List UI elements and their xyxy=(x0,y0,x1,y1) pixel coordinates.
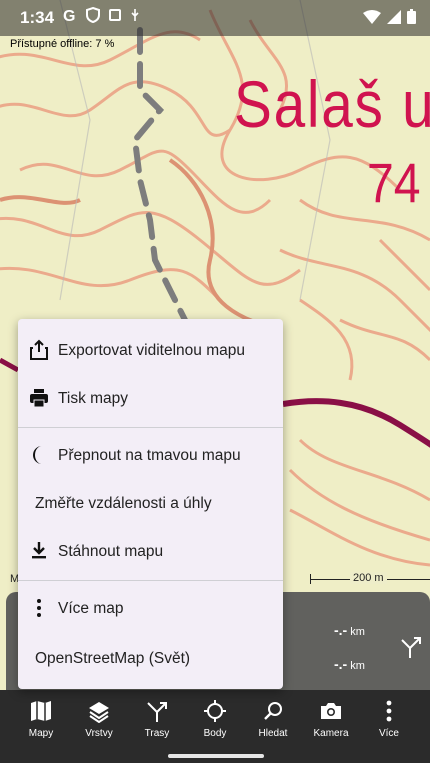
signal-icon xyxy=(387,9,401,24)
status-notification-icons: G xyxy=(62,7,140,23)
toolbar-label-routes: Trasy xyxy=(144,728,170,739)
toolbar-label-camera: Kamera xyxy=(313,728,349,739)
menu-item-dark-map[interactable]: Přepnout na tmavou mapu xyxy=(18,433,283,479)
stat-distance-2-value: -.- xyxy=(334,656,348,672)
more-vert-icon xyxy=(37,599,41,617)
layers-icon xyxy=(89,702,109,723)
battery-icon xyxy=(407,9,416,24)
scale-label: 200 m xyxy=(350,572,387,584)
gesture-handle[interactable] xyxy=(168,754,264,758)
moon-icon xyxy=(33,446,42,464)
svg-text:G: G xyxy=(63,8,75,23)
search-icon xyxy=(264,702,282,720)
map-icon xyxy=(31,701,51,721)
toolbar-button-routes[interactable]: Trasy xyxy=(130,699,184,739)
menu-item-label: Exportovat viditelnou mapu xyxy=(58,342,245,359)
map-place-label: Salaš u xyxy=(234,67,430,141)
map-elevation-label: 74 xyxy=(367,151,421,214)
share-export-icon xyxy=(30,339,48,360)
menu-item-print-map[interactable]: Tisk mapy xyxy=(18,376,283,422)
wifi-icon xyxy=(363,9,381,24)
printer-icon xyxy=(30,389,48,408)
shield-icon xyxy=(86,7,100,23)
status-bar: 1:34 G xyxy=(0,0,430,36)
menu-item-measure[interactable]: Změřte vzdálenosti a úhly xyxy=(18,481,283,527)
more-vert-icon xyxy=(386,700,392,722)
toolbar-button-points[interactable]: Body xyxy=(188,699,242,739)
toolbar-label-maps: Mapy xyxy=(28,728,54,739)
toolbar-button-camera[interactable]: Kamera xyxy=(304,699,358,739)
menu-item-label: Tisk mapy xyxy=(58,390,129,407)
menu-item-label: Změřte vzdálenosti a úhly xyxy=(35,495,212,512)
toolbar-label-layers: Vrstvy xyxy=(85,728,113,739)
app-screen: 1:34 G Přístupné offline: 7 % Salaš u 74… xyxy=(0,0,430,763)
status-system-icons xyxy=(363,9,416,24)
toolbar-label-search: Hledat xyxy=(258,728,288,739)
stat-distance-2-unit: km xyxy=(350,660,365,672)
stat-distance: -.- km xyxy=(334,622,365,638)
toolbar-label-more: Více xyxy=(378,728,399,739)
map-scale-bar: 200 m xyxy=(310,572,430,588)
status-time: 1:34 xyxy=(20,8,55,27)
stat-distance-2: -.- km xyxy=(334,656,365,672)
menu-divider xyxy=(18,580,283,581)
menu-item-more-maps[interactable]: Více map xyxy=(18,586,283,632)
screen-icon xyxy=(109,9,121,21)
download-icon xyxy=(32,542,46,559)
menu-item-label: Přepnout na tmavou mapu xyxy=(58,447,241,464)
toolbar-label-points: Body xyxy=(203,728,227,739)
bottom-toolbar: Mapy Vrstvy Trasy Body Hledat Kamera Víc… xyxy=(0,690,430,748)
menu-item-label: Více map xyxy=(58,600,124,617)
toolbar-button-maps[interactable]: Mapy xyxy=(14,699,68,739)
menu-item-export-map[interactable]: Exportovat viditelnou mapu xyxy=(18,328,283,374)
toolbar-button-more[interactable]: Více xyxy=(362,699,416,739)
google-icon: G xyxy=(63,8,75,23)
crosshair-icon xyxy=(204,700,226,722)
menu-item-label: OpenStreetMap (Svět) xyxy=(35,650,191,667)
stat-distance-value: -.- xyxy=(334,622,348,638)
camera-icon xyxy=(321,703,341,719)
menu-item-openstreetmap[interactable]: OpenStreetMap (Svět) xyxy=(18,636,283,682)
stat-distance-unit: km xyxy=(350,626,365,638)
menu-item-label: Stáhnout mapu xyxy=(58,543,164,560)
popup-menu: Exportovat viditelnou mapu Tisk mapy Pře… xyxy=(18,319,283,689)
toolbar-button-layers[interactable]: Vrstvy xyxy=(72,699,126,739)
menu-divider xyxy=(18,427,283,428)
route-icon[interactable] xyxy=(398,634,424,660)
toolbar-button-search[interactable]: Hledat xyxy=(246,699,300,739)
usb-icon xyxy=(131,9,139,21)
menu-item-download-map[interactable]: Stáhnout mapu xyxy=(18,529,283,575)
offline-status: Přístupné offline: 7 % xyxy=(10,38,115,50)
route-icon xyxy=(147,702,167,722)
